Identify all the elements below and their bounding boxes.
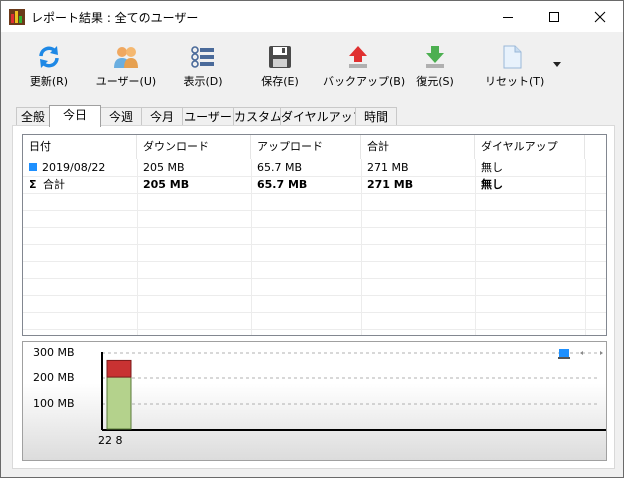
row-marker-icon: [29, 163, 37, 171]
total-dialup-cell: 無し: [481, 178, 503, 191]
users-label: ユーザー(U): [95, 75, 157, 88]
total-label-cell: Σ 合計: [23, 177, 137, 193]
x-tick-label: 22 8: [98, 434, 123, 447]
reset-label: リセット(T): [485, 75, 545, 88]
today-tab-panel: 日付 ダウンロード アップロード 合計 ダイヤルアップ 2019/08/22 2…: [12, 125, 615, 469]
app-icon: [9, 9, 25, 25]
column-header-dialup[interactable]: ダイヤルアップ: [475, 135, 585, 159]
download-bar: [106, 376, 132, 430]
toolbar-more-dropdown[interactable]: [553, 62, 561, 67]
refresh-icon: [39, 46, 59, 68]
grid-line: [23, 227, 606, 228]
list-view-icon: [191, 46, 214, 68]
refresh-button[interactable]: 更新(R): [23, 44, 75, 92]
scroll-right-icon[interactable]: [600, 351, 603, 355]
upload-arrow-icon: [349, 46, 367, 68]
legend-base: [558, 357, 570, 359]
date-cell: 2019/08/22: [23, 160, 137, 176]
column-header-date[interactable]: 日付: [23, 135, 137, 159]
grid-line: [23, 295, 606, 296]
column-header-upload[interactable]: アップロード: [251, 135, 361, 159]
tab-dialup[interactable]: ダイヤルアップ: [280, 107, 365, 126]
backup-label: バックアップ(B): [323, 75, 406, 88]
usage-chart: 300 MB 200 MB 100 MB 22 8: [22, 341, 607, 461]
download-arrow-icon: [426, 46, 444, 68]
save-label: 保存(E): [261, 75, 299, 88]
grid-line: [23, 278, 606, 279]
total-row[interactable]: Σ 合計 205 MB 65.7 MB 271 MB 無し: [23, 177, 606, 193]
close-icon: [594, 11, 606, 22]
toolbar: 更新(R) ユーザー(U) 表示(D) 保存(E) バックアップ(B) 復元(S…: [1, 34, 623, 96]
download-cell: 205 MB: [143, 161, 185, 174]
blank-document-icon: [503, 45, 522, 69]
tab-all[interactable]: 全般: [16, 107, 50, 126]
table-row[interactable]: 2019/08/22 205 MB 65.7 MB 271 MB 無し: [23, 160, 606, 176]
report-window: レポート結果 : 全てのユーザー 更新(R) ユーザー(U) 表示(D) 保存(…: [0, 0, 624, 478]
upload-bar: [106, 359, 132, 378]
total-sum-cell: 271 MB: [367, 178, 414, 191]
window-title: レポート結果 : 全てのユーザー: [31, 11, 199, 25]
restore-label: 復元(S): [416, 75, 454, 88]
tab-users[interactable]: ユーザー: [182, 107, 234, 126]
grid-line: [23, 210, 606, 211]
total-label: 合計: [43, 178, 65, 191]
save-button[interactable]: 保存(E): [255, 44, 305, 92]
tab-custom[interactable]: カスタム: [233, 107, 282, 126]
sigma-icon: Σ: [29, 178, 37, 191]
users-button[interactable]: ユーザー(U): [93, 44, 159, 92]
grid-line: [23, 193, 606, 194]
tab-this-week[interactable]: 今週: [100, 107, 142, 126]
grid-line: [23, 312, 606, 313]
grid-line: [23, 261, 606, 262]
total-upload-cell: 65.7 MB: [257, 178, 308, 191]
column-header-download[interactable]: ダウンロード: [137, 135, 251, 159]
scroll-left-icon[interactable]: [580, 351, 583, 355]
view-label: 表示(D): [183, 75, 223, 88]
maximize-icon: [549, 11, 559, 22]
view-button[interactable]: 表示(D): [179, 44, 227, 92]
close-button[interactable]: [577, 1, 623, 32]
tab-time[interactable]: 時間: [355, 107, 397, 126]
dialup-cell: 無し: [481, 161, 503, 174]
total-cell: 271 MB: [367, 161, 409, 174]
upload-cell: 65.7 MB: [257, 161, 303, 174]
minimize-icon: [503, 16, 513, 18]
report-list[interactable]: 日付 ダウンロード アップロード 合計 ダイヤルアップ 2019/08/22 2…: [22, 134, 607, 336]
minimize-button[interactable]: [485, 1, 531, 32]
floppy-disk-icon: [269, 46, 291, 68]
grid-line: [23, 329, 606, 330]
column-header-total[interactable]: 合計: [361, 135, 475, 159]
grid-line: [23, 244, 606, 245]
tab-this-month[interactable]: 今月: [141, 107, 183, 126]
total-download-cell: 205 MB: [143, 178, 190, 191]
refresh-label: 更新(R): [29, 75, 69, 88]
reset-button[interactable]: リセット(T): [485, 44, 545, 92]
tab-today[interactable]: 今日: [49, 105, 101, 127]
title-bar: レポート結果 : 全てのユーザー: [1, 1, 623, 32]
backup-button[interactable]: バックアップ(B): [323, 44, 406, 92]
restore-button[interactable]: 復元(S): [411, 44, 459, 92]
date-value: 2019/08/22: [42, 161, 106, 174]
users-icon: [114, 47, 138, 68]
maximize-button[interactable]: [531, 1, 577, 32]
legend-color-icon[interactable]: [559, 349, 569, 358]
